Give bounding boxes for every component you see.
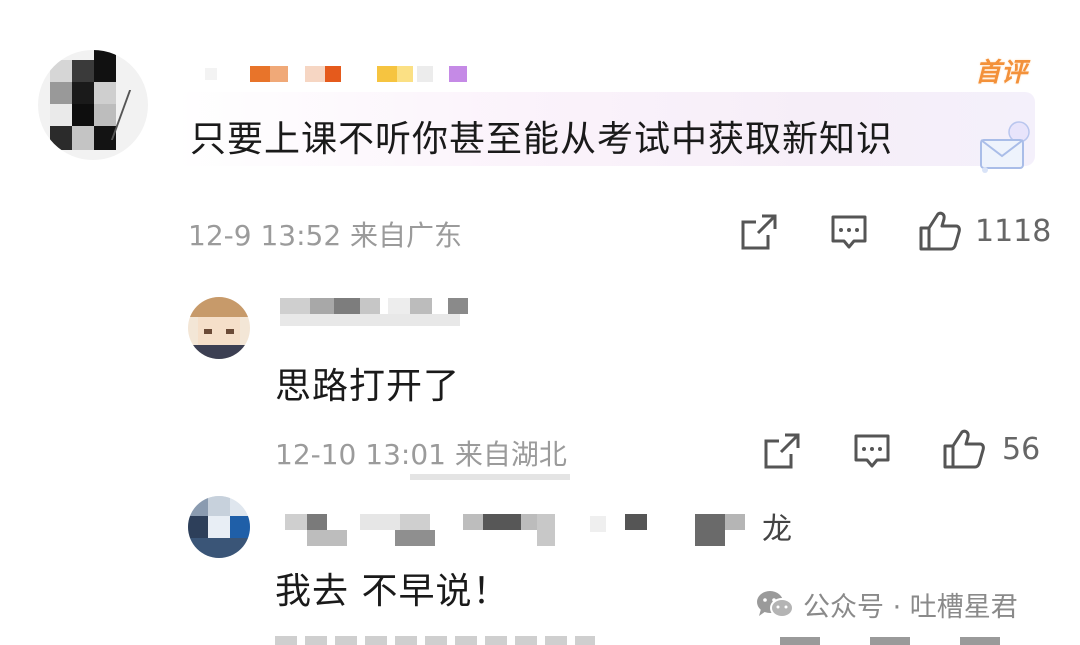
- action-icons-cutoff: [780, 637, 1040, 645]
- username-redacted[interactable]: [270, 298, 470, 332]
- avatar[interactable]: [38, 50, 148, 160]
- first-comment-badge: 首评: [975, 58, 1028, 88]
- username-tail: 龙: [762, 512, 792, 547]
- wechat-icon: [755, 589, 795, 621]
- avatar[interactable]: [188, 496, 250, 558]
- avatar[interactable]: [188, 297, 250, 359]
- username-redacted[interactable]: [285, 510, 755, 550]
- redaction-strip: [410, 474, 570, 480]
- username-redacted[interactable]: [205, 66, 475, 84]
- timestamp-location-cutoff: [275, 636, 595, 645]
- like-icon[interactable]: [918, 210, 962, 252]
- timestamp-location: 12-10 13:01 来自湖北: [275, 438, 567, 471]
- comment-icon[interactable]: [830, 214, 868, 252]
- comment-text: 只要上课不听你甚至能从考试中获取新知识: [190, 119, 894, 160]
- comment-text: 我去 不早说！: [275, 571, 510, 612]
- timestamp-location: 12-9 13:52 来自广东: [188, 219, 463, 252]
- comment-icon[interactable]: [853, 433, 891, 471]
- like-icon[interactable]: [942, 428, 986, 470]
- watermark-text: 公众号 · 吐槽星君: [803, 592, 1018, 623]
- wechat-watermark: 公众号 · 吐槽星君: [755, 585, 1018, 624]
- share-icon[interactable]: [763, 432, 801, 470]
- share-icon[interactable]: [740, 213, 778, 251]
- like-count: 56: [1002, 432, 1041, 467]
- envelope-decoration-icon: [975, 118, 1035, 176]
- like-count: 1118: [975, 214, 1052, 249]
- comment-text: 思路打开了: [275, 366, 461, 407]
